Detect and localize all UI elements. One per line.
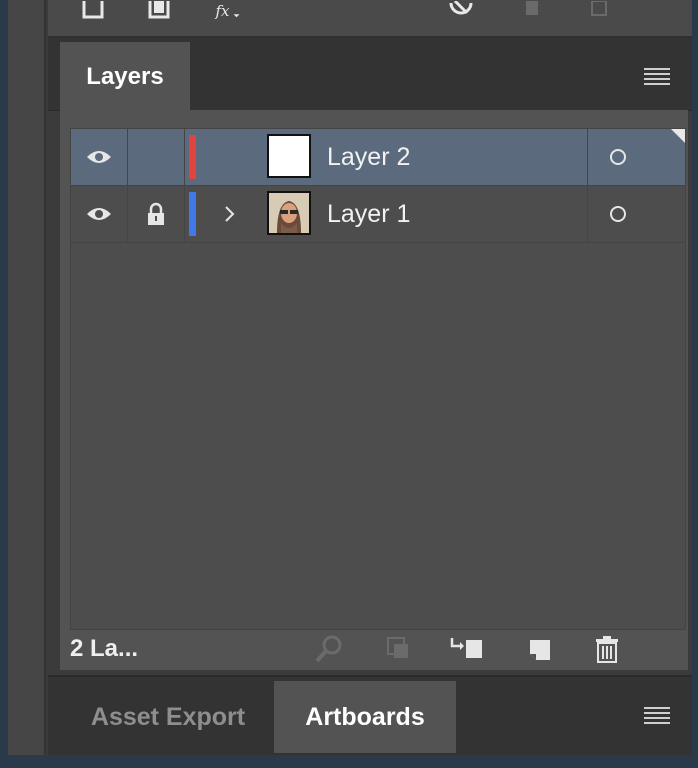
layers-panel-window: fx Layers Layer 2 Layer 1 2 La... Asset …: [8, 0, 692, 755]
duplicate-icon[interactable]: [518, 0, 548, 24]
layer-thumbnail: [267, 134, 311, 178]
svg-text:fx: fx: [215, 2, 231, 20]
chevron-right-icon: [225, 206, 235, 222]
layers-content: Layer 2 Layer 1: [60, 110, 688, 670]
top-toolbar: fx: [48, 0, 692, 38]
layer-color-indicator: [189, 192, 196, 236]
hamburger-menu-icon[interactable]: [644, 707, 670, 724]
eye-icon: [87, 208, 111, 220]
layer-thumbnail: [267, 191, 311, 235]
new-layer-icon[interactable]: [524, 632, 558, 666]
fx-icon[interactable]: fx: [214, 0, 244, 24]
lock-icon: [148, 202, 164, 225]
trash-icon[interactable]: [590, 632, 624, 666]
no-entry-icon[interactable]: [446, 0, 476, 24]
delete-icon-top[interactable]: [584, 0, 614, 24]
target-toggle[interactable]: [587, 186, 648, 242]
eye-icon: [87, 151, 111, 163]
target-circle-icon: [610, 206, 626, 222]
lock-toggle[interactable]: [128, 129, 185, 185]
layer-row-layer-2[interactable]: Layer 2: [71, 129, 685, 186]
search-icon[interactable]: [312, 632, 346, 666]
layers-footer: 2 La...: [60, 628, 688, 670]
square-filled-icon[interactable]: [144, 0, 174, 24]
visibility-toggle[interactable]: [71, 186, 128, 242]
layers-tab-bar: Layers: [48, 38, 692, 111]
new-sublayer-icon[interactable]: [450, 632, 484, 666]
layer-name[interactable]: Layer 1: [327, 186, 410, 242]
selection-corner-indicator: [671, 129, 685, 143]
tab-asset-export[interactable]: Asset Export: [68, 681, 268, 753]
clipping-mask-icon[interactable]: [382, 632, 416, 666]
layer-row-layer-1[interactable]: Layer 1: [71, 186, 685, 243]
layers-list: Layer 2 Layer 1: [70, 128, 686, 630]
tab-artboards[interactable]: Artboards: [274, 681, 456, 753]
square-outline-icon[interactable]: [78, 0, 108, 24]
layer-color-indicator: [189, 135, 196, 179]
expand-toggle: [201, 129, 259, 185]
target-circle-icon: [610, 149, 626, 165]
tab-layers[interactable]: Layers: [60, 42, 190, 111]
hamburger-menu-icon[interactable]: [644, 68, 670, 85]
visibility-toggle[interactable]: [71, 129, 128, 185]
layer-count-label: 2 La...: [70, 635, 139, 662]
layer-name[interactable]: Layer 2: [327, 129, 410, 185]
left-dock-strip: [8, 0, 46, 755]
expand-toggle[interactable]: [201, 186, 259, 242]
target-toggle[interactable]: [587, 129, 648, 185]
bottom-tab-bar: Asset Export Artboards: [48, 675, 692, 755]
lock-toggle[interactable]: [128, 186, 185, 242]
